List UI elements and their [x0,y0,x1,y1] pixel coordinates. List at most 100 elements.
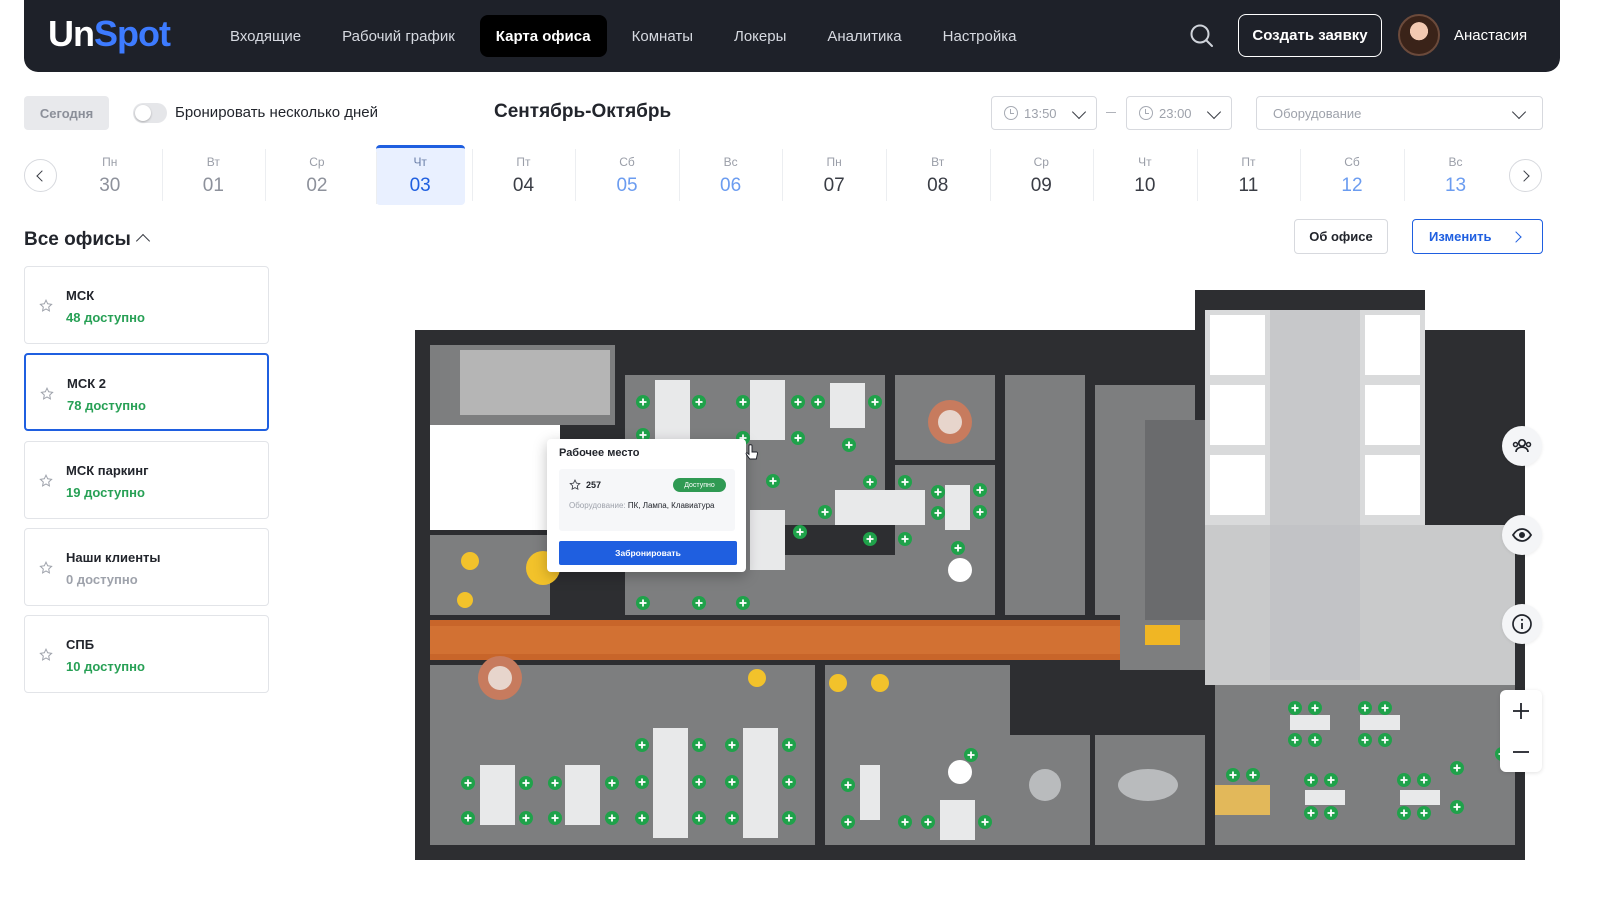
seat-marker-plus-icon[interactable] [898,475,912,489]
seat-marker-plus-icon[interactable] [863,475,877,489]
seat-marker-plus-icon[interactable] [605,776,619,790]
seat-marker-plus-icon[interactable] [635,738,649,752]
seat-marker-plus-icon[interactable] [951,541,965,555]
seat-marker-plus-icon[interactable] [964,748,978,762]
nav-item[interactable]: Рабочий график [326,15,471,57]
info-icon[interactable] [1502,604,1542,644]
seat-marker-plus-icon[interactable] [692,596,706,610]
time-to-select[interactable]: 23:00 [1126,96,1232,130]
calendar-day[interactable]: Вт 08 [885,145,990,205]
seat-marker-plus-icon[interactable] [868,395,882,409]
seat-marker-plus-icon[interactable] [1288,701,1302,715]
seat-marker-plus-icon[interactable] [736,395,750,409]
seat-marker-plus-icon[interactable] [548,776,562,790]
star-icon[interactable] [39,474,53,488]
user-menu[interactable]: Анастасия [1398,14,1527,56]
office-floor-plan[interactable] [405,285,1525,865]
seat-marker-plus-icon[interactable] [636,596,650,610]
calendar-day[interactable]: Чт 10 [1093,145,1197,205]
seat-marker-plus-icon[interactable] [973,483,987,497]
multi-day-toggle[interactable] [133,103,167,123]
calendar-day[interactable]: Ср 02 [265,145,369,205]
seat-marker-plus-icon[interactable] [931,506,945,520]
seat-marker-plus-icon[interactable] [519,776,533,790]
seat-marker-plus-icon[interactable] [725,775,739,789]
seat-marker-plus-icon[interactable] [1288,733,1302,747]
seat-marker-plus-icon[interactable] [692,395,706,409]
zoom-in-icon[interactable] [1500,690,1542,731]
seat-marker-plus-icon[interactable] [841,815,855,829]
search-icon[interactable] [1188,22,1216,50]
office-card[interactable]: МСК 48 доступно [24,266,269,344]
calendar-day[interactable]: Вт 01 [161,145,266,205]
seat-marker-plus-icon[interactable] [635,775,649,789]
seat-marker-plus-icon[interactable] [863,532,877,546]
seat-marker-plus-icon[interactable] [898,815,912,829]
office-card[interactable]: Наши клиенты 0 доступно [24,528,269,606]
seat-marker-plus-icon[interactable] [461,811,475,825]
seat-marker-plus-icon[interactable] [811,395,825,409]
seat-marker-plus-icon[interactable] [1246,768,1260,782]
seat-marker-plus-icon[interactable] [793,525,807,539]
seat-marker-plus-icon[interactable] [1304,773,1318,787]
star-icon[interactable] [569,479,581,491]
star-icon[interactable] [40,387,54,401]
about-office-button[interactable]: Об офисе [1294,219,1388,254]
seat-marker-plus-icon[interactable] [842,438,856,452]
calendar-day[interactable]: Сб 05 [575,145,679,205]
seat-marker-plus-icon[interactable] [461,776,475,790]
seat-marker-plus-icon[interactable] [766,474,780,488]
calendar-day[interactable]: Сб 12 [1300,145,1404,205]
seat-marker-plus-icon[interactable] [1308,701,1322,715]
seat-marker-plus-icon[interactable] [978,815,992,829]
seat-marker-plus-icon[interactable] [782,775,796,789]
seat-marker-plus-icon[interactable] [898,532,912,546]
seat-marker-plus-icon[interactable] [1324,806,1338,820]
seat-marker-plus-icon[interactable] [1450,761,1464,775]
edit-button[interactable]: Изменить [1412,219,1543,254]
seat-marker-plus-icon[interactable] [1450,800,1464,814]
seat-marker-plus-icon[interactable] [1308,733,1322,747]
seat-marker-plus-icon[interactable] [782,811,796,825]
seat-marker-plus-icon[interactable] [519,811,533,825]
star-icon[interactable] [39,561,53,575]
today-button[interactable]: Сегодня [24,96,109,130]
seat-marker-plus-icon[interactable] [692,738,706,752]
nav-item[interactable]: Настройка [927,15,1033,57]
seat-marker-plus-icon[interactable] [548,811,562,825]
seat-marker-plus-icon[interactable] [921,815,935,829]
seat-marker-plus-icon[interactable] [1417,806,1431,820]
seat-marker-plus-icon[interactable] [1324,773,1338,787]
nav-item[interactable]: Входящие [214,15,317,57]
seat-marker-plus-icon[interactable] [791,431,805,445]
calendar-day[interactable]: Пт 04 [471,145,576,205]
calendar-next-button[interactable] [1509,159,1542,192]
calendar-day[interactable]: Вс 06 [678,145,783,205]
seat-marker-plus-icon[interactable] [635,811,649,825]
seat-marker-plus-icon[interactable] [692,811,706,825]
calendar-day[interactable]: Пт 11 [1196,145,1301,205]
eye-icon[interactable] [1502,515,1542,555]
seat-marker-plus-icon[interactable] [1358,701,1372,715]
seat-marker-plus-icon[interactable] [1378,733,1392,747]
seat-marker-plus-icon[interactable] [1417,773,1431,787]
seat-marker-plus-icon[interactable] [1358,733,1372,747]
people-icon[interactable] [1502,426,1542,466]
seat-marker-plus-icon[interactable] [841,778,855,792]
seat-marker-plus-icon[interactable] [725,738,739,752]
create-request-button[interactable]: Создать заявку [1238,14,1382,57]
seat-marker-plus-icon[interactable] [636,395,650,409]
time-from-select[interactable]: 13:50 [991,96,1097,130]
book-button[interactable]: Забронировать [559,541,737,565]
nav-item[interactable]: Комнаты [616,15,709,57]
seat-marker-plus-icon[interactable] [782,738,796,752]
star-icon[interactable] [39,299,53,313]
seat-marker-plus-icon[interactable] [931,485,945,499]
office-card[interactable]: МСК 2 78 доступно [24,353,269,431]
calendar-day[interactable]: Чт 03 [375,145,465,205]
zoom-out-icon[interactable] [1500,731,1542,772]
calendar-day[interactable]: Пн 30 [58,145,162,205]
office-card[interactable]: МСК паркинг 19 доступно [24,441,269,519]
seat-marker-plus-icon[interactable] [973,505,987,519]
unspot-logo[interactable]: UnSpot [48,14,171,54]
